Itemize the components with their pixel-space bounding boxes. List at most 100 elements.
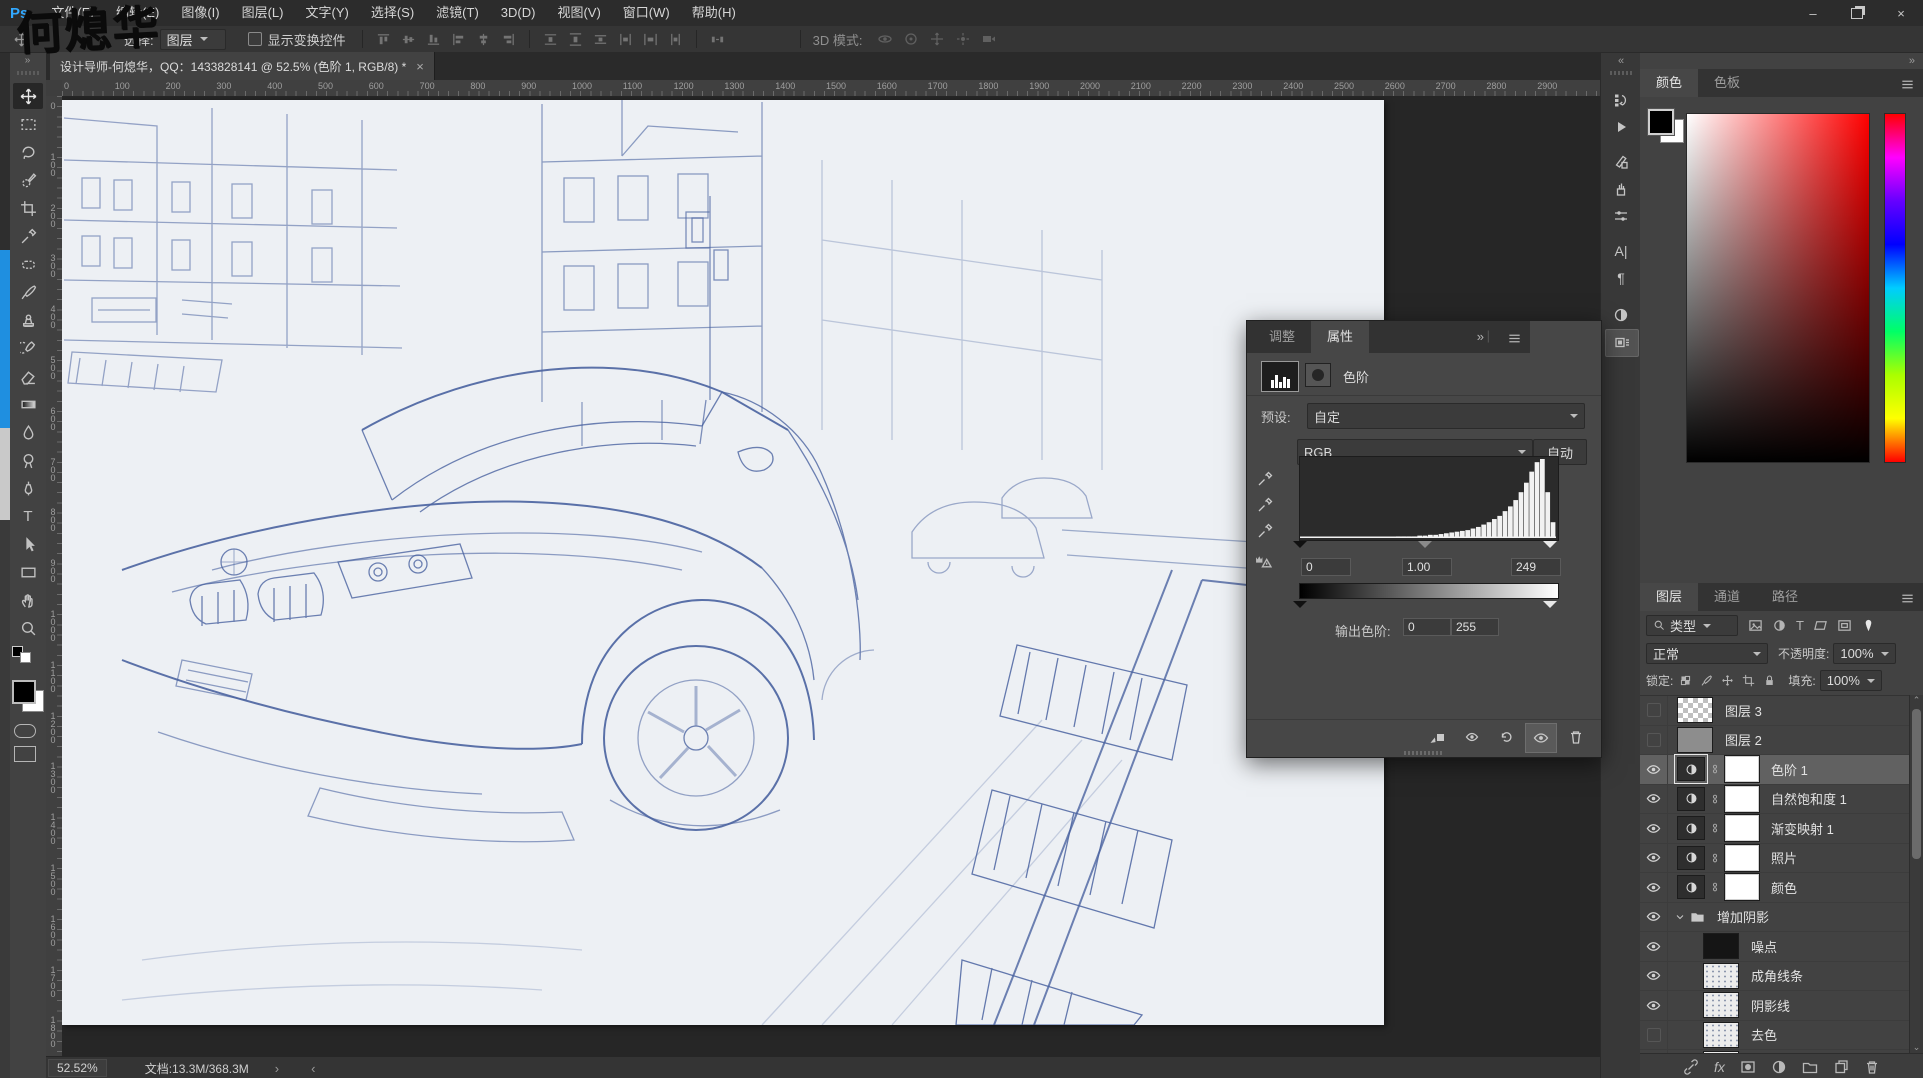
layer-thumbnail[interactable] bbox=[1677, 727, 1713, 753]
sample-gray-eyedropper[interactable] bbox=[1257, 497, 1273, 513]
menu-窗口W[interactable]: 窗口(W) bbox=[612, 0, 681, 26]
healing-tool[interactable] bbox=[13, 251, 43, 277]
collapse-dock-icon[interactable]: » bbox=[1909, 55, 1915, 67]
dist-right-button[interactable] bbox=[668, 32, 683, 47]
layer-effects-button[interactable]: fx bbox=[1714, 1060, 1725, 1075]
marquee-tool[interactable] bbox=[13, 111, 43, 137]
dock-properties-3d-button[interactable] bbox=[1605, 329, 1639, 357]
layer-row[interactable]: 噪点 bbox=[1640, 932, 1910, 962]
lasso-tool[interactable] bbox=[13, 139, 43, 165]
layer-visibility-toggle[interactable] bbox=[1640, 844, 1668, 873]
dock-paragraph-button[interactable]: ¶ bbox=[1605, 265, 1637, 291]
adjustment-icon[interactable] bbox=[1677, 757, 1705, 781]
history-brush-tool[interactable] bbox=[13, 335, 43, 361]
panel-menu-icon[interactable] bbox=[1900, 77, 1915, 92]
brush-tool[interactable] bbox=[13, 279, 43, 305]
chevron-expanded-icon[interactable] bbox=[1674, 911, 1686, 923]
crop-tool[interactable] bbox=[13, 195, 43, 221]
roll-3d-button[interactable] bbox=[903, 31, 919, 47]
layer-row[interactable]: 图层 2 bbox=[1640, 726, 1910, 756]
reset-button[interactable] bbox=[1491, 723, 1521, 751]
layer-mask-thumbnail[interactable] bbox=[1725, 845, 1759, 871]
align-top-button[interactable] bbox=[376, 32, 391, 47]
blur-tool[interactable] bbox=[13, 419, 43, 445]
highlight-input-slider[interactable] bbox=[1543, 541, 1557, 555]
zoom-level-field[interactable]: 52.52% bbox=[48, 1059, 107, 1077]
dist-bottom-button[interactable] bbox=[593, 32, 608, 47]
tab-channels[interactable]: 通道 bbox=[1698, 583, 1756, 611]
toggle-visibility-button[interactable] bbox=[1525, 723, 1557, 753]
dist-vcenter-button[interactable] bbox=[568, 32, 583, 47]
scroll-up-icon[interactable]: ⌃ bbox=[1910, 695, 1923, 706]
saturation-brightness-field[interactable] bbox=[1686, 113, 1870, 463]
dist-left-button[interactable] bbox=[618, 32, 633, 47]
layer-mask-thumbnail[interactable] bbox=[1725, 786, 1759, 812]
screen-mode-button[interactable] bbox=[14, 746, 36, 762]
layer-visibility-toggle[interactable] bbox=[1640, 932, 1668, 961]
canvas-artwork[interactable] bbox=[62, 100, 1384, 1025]
layer-mask-thumbnail[interactable] bbox=[1725, 756, 1759, 782]
layer-visibility-toggle[interactable] bbox=[1640, 755, 1668, 784]
status-next-icon[interactable]: › bbox=[275, 1061, 279, 1076]
blend-mode-dropdown[interactable]: 正常 bbox=[1646, 643, 1768, 664]
align-hcenter-button[interactable] bbox=[476, 32, 491, 47]
highlight-input-field[interactable]: 249 bbox=[1511, 558, 1561, 576]
dock-grip[interactable] bbox=[1610, 71, 1632, 75]
move-tool[interactable] bbox=[13, 83, 43, 109]
layer-thumbnail[interactable] bbox=[1703, 963, 1739, 989]
status-prev-icon[interactable]: ‹ bbox=[311, 1061, 315, 1076]
view-previous-state-button[interactable] bbox=[1457, 723, 1487, 751]
menu-滤镜T[interactable]: 滤镜(T) bbox=[425, 0, 490, 26]
dock-adjustments-button[interactable] bbox=[1605, 302, 1637, 328]
shadow-input-field[interactable]: 0 bbox=[1301, 558, 1351, 576]
foreground-color-swatch[interactable] bbox=[12, 680, 36, 704]
dock-character-button[interactable]: A| bbox=[1605, 238, 1637, 264]
dist-top-button[interactable] bbox=[543, 32, 558, 47]
ruler-corner[interactable] bbox=[46, 80, 63, 97]
path-select-tool[interactable] bbox=[13, 531, 43, 557]
shadow-input-slider[interactable] bbox=[1293, 541, 1307, 555]
layer-row[interactable]: 增加阴影 bbox=[1640, 903, 1910, 933]
panel-resize-grip[interactable] bbox=[1404, 751, 1444, 755]
scrollbar-thumb[interactable] bbox=[1912, 709, 1921, 859]
layer-row[interactable]: 自然饱和度 1 bbox=[1640, 785, 1910, 815]
adjustment-icon[interactable] bbox=[1677, 875, 1705, 899]
eraser-tool[interactable] bbox=[13, 363, 43, 389]
orbit-3d-button[interactable] bbox=[877, 31, 893, 47]
midtone-input-slider[interactable] bbox=[1418, 541, 1432, 555]
panel-menu-icon[interactable] bbox=[1900, 591, 1915, 606]
dock-history-button[interactable] bbox=[1605, 87, 1637, 113]
close-tab-icon[interactable]: × bbox=[416, 59, 424, 74]
shape-tool[interactable] bbox=[13, 559, 43, 585]
quick-select-tool[interactable] bbox=[13, 167, 43, 193]
layer-visibility-toggle[interactable] bbox=[1640, 962, 1668, 991]
new-group-button[interactable] bbox=[1802, 1059, 1818, 1075]
distribute-spacing-button[interactable] bbox=[710, 32, 725, 47]
layer-row[interactable]: 照片 bbox=[1640, 844, 1910, 874]
layer-visibility-toggle[interactable] bbox=[1640, 903, 1668, 932]
layer-row[interactable]: 去色 bbox=[1640, 1021, 1910, 1051]
layer-row[interactable]: 颜色 bbox=[1640, 873, 1910, 903]
swap-colors-icon[interactable] bbox=[20, 652, 31, 663]
hand-tool[interactable] bbox=[13, 587, 43, 613]
refresh-histogram-icon[interactable] bbox=[1255, 553, 1272, 570]
pan-3d-button[interactable] bbox=[929, 31, 945, 47]
delete-button[interactable] bbox=[1561, 723, 1591, 751]
layer-thumbnail[interactable] bbox=[1703, 992, 1739, 1018]
layer-row[interactable]: 图层 3 bbox=[1640, 696, 1910, 726]
layer-thumbnail[interactable] bbox=[1677, 697, 1713, 723]
menu-选择S[interactable]: 选择(S) bbox=[360, 0, 425, 26]
toolbar-grip[interactable] bbox=[17, 71, 39, 75]
layer-visibility-toggle[interactable] bbox=[1640, 873, 1668, 902]
clip-to-layer-button[interactable] bbox=[1423, 723, 1453, 751]
hue-slider[interactable] bbox=[1884, 113, 1906, 463]
menu-图层L[interactable]: 图层(L) bbox=[231, 0, 295, 26]
pixel-filter-button[interactable] bbox=[1748, 618, 1763, 633]
delete-layer-button[interactable] bbox=[1864, 1059, 1880, 1075]
layer-mask-thumbnail[interactable] bbox=[1725, 874, 1759, 900]
dock-clone-source-button[interactable] bbox=[1605, 149, 1637, 175]
adjustment-icon[interactable] bbox=[1677, 816, 1705, 840]
tab-paths[interactable]: 路径 bbox=[1756, 583, 1814, 611]
shadow-output-slider[interactable] bbox=[1293, 601, 1307, 615]
output-highlight-field[interactable]: 255 bbox=[1451, 618, 1499, 636]
